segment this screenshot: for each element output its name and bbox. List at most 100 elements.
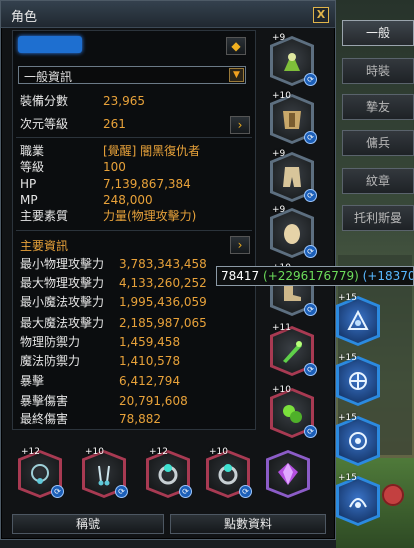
equip-slot-weapon[interactable]: +9 ⟳: [270, 33, 317, 86]
flower-decoration: [382, 484, 404, 506]
enhance-level: +9: [272, 149, 286, 159]
chevron-down-icon[interactable]: ▼: [229, 68, 244, 82]
stat-value: 78,882: [119, 412, 161, 426]
swap-icon[interactable]: ⟳: [304, 73, 317, 86]
stat-row: 職業 [覺醒] 闇黑復仇者: [20, 143, 200, 159]
stat-value: 1,995,436,059: [119, 295, 207, 309]
swap-icon[interactable]: ⟳: [304, 425, 317, 438]
stat-value: 1,410,578: [119, 354, 181, 368]
stat-label: 主要素質: [20, 209, 69, 223]
stat-value: [覺醒] 闇黑復仇者: [103, 144, 201, 158]
stat-row: 裝備分數 23,965: [20, 93, 145, 109]
section-title-main-info: 主要資訊: [20, 239, 69, 253]
triangle-emblem-icon: [339, 299, 377, 343]
stat-row: 魔法防禦力 1,410,578: [20, 353, 180, 369]
tab-general[interactable]: 一般: [342, 20, 414, 46]
window-title: 角色: [11, 10, 38, 25]
swap-icon[interactable]: ⟳: [239, 485, 252, 498]
stat-label: 最終傷害: [20, 412, 69, 426]
swap-icon[interactable]: ⟳: [304, 189, 317, 202]
stat-row: 暴擊傷害 20,791,608: [20, 393, 188, 409]
enhance-level: +10: [272, 385, 291, 395]
swap-icon[interactable]: ⟳: [304, 131, 317, 144]
stat-row: 等級 100: [20, 159, 126, 175]
close-button[interactable]: X: [313, 7, 329, 23]
stat-label: 最小魔法攻擊力: [20, 295, 105, 309]
stat-label: 最小物理攻擊力: [20, 257, 105, 271]
accessory-slot-ring-1[interactable]: +12 ⟳: [146, 447, 192, 498]
title-button[interactable]: 稱號: [12, 514, 164, 534]
enhance-level: +12: [149, 447, 168, 457]
stat-label: 最大物理攻擊力: [20, 276, 105, 290]
tab-mercenary[interactable]: 傭兵: [342, 130, 414, 156]
equip-slot-top[interactable]: +10 ⟳: [270, 91, 317, 144]
stat-label: MP: [20, 193, 38, 207]
accessory-slot-gem[interactable]: [266, 450, 310, 498]
enhance-level: +10: [272, 91, 291, 101]
window-titlebar[interactable]: 角色 X: [1, 1, 335, 28]
tooltip-bonus-green: (+2296176779): [263, 269, 359, 283]
enhance-level: +9: [272, 205, 286, 215]
stat-value: 4,133,260,252: [119, 276, 207, 290]
stat-value: 100: [103, 160, 126, 174]
accessory-slot-necklace[interactable]: +12 ⟳: [18, 447, 64, 498]
stat-row: 最終傷害 78,882: [20, 411, 161, 427]
tooltip-base-value: 78417: [221, 269, 260, 283]
target-emblem-icon: [339, 419, 377, 463]
stat-row: 最小物理攻擊力 3,783,343,458: [20, 256, 207, 272]
talisman-slot-2[interactable]: +15: [336, 353, 380, 406]
enhance-level: +12: [21, 447, 40, 457]
enhance-level: +9: [272, 33, 286, 43]
equip-slot-bottom[interactable]: +9 ⟳: [270, 149, 317, 202]
divider: [16, 230, 252, 231]
stat-value: 力量(物理攻擊力): [103, 209, 197, 223]
swap-icon[interactable]: ⟳: [304, 303, 317, 316]
dimension-level-arrow-button[interactable]: ›: [230, 116, 250, 134]
tab-emblem[interactable]: 紋章: [342, 168, 414, 194]
tab-friend[interactable]: 摯友: [342, 94, 414, 120]
swap-icon[interactable]: ⟳: [179, 485, 192, 498]
dropdown-label: 一般資訊: [24, 70, 73, 84]
swap-icon[interactable]: ⟳: [51, 485, 64, 498]
crest-emblem-icon: [339, 479, 377, 523]
stat-row: 暴擊 6,412,794: [20, 373, 180, 389]
swap-icon[interactable]: ⟳: [304, 363, 317, 376]
equip-slot-secondary[interactable]: +11 ⟳: [270, 323, 317, 376]
equip-slot-accessory[interactable]: +10 ⟳: [270, 385, 317, 438]
stat-row: MP 248,000: [20, 192, 153, 208]
tab-talisman[interactable]: 托利斯曼: [342, 205, 414, 231]
talisman-slot-3[interactable]: +15: [336, 413, 380, 466]
stat-row: 物理防禦力 1,459,458: [20, 334, 180, 350]
stat-label: HP: [20, 177, 37, 191]
divider: [16, 137, 252, 138]
stat-label: 最大魔法攻擊力: [20, 316, 105, 330]
enhance-level: +11: [272, 323, 291, 333]
equip-slot-gloves[interactable]: +9 ⟳: [270, 205, 317, 258]
stat-value: 20,791,608: [119, 394, 188, 408]
tab-fashion[interactable]: 時裝: [342, 58, 414, 84]
stat-row: 最大物理攻擊力 4,133,260,252: [20, 275, 207, 291]
info-type-dropdown[interactable]: 一般資訊 ▼: [18, 66, 246, 84]
accessory-slot-ring-2[interactable]: +10 ⟳: [206, 447, 252, 498]
stat-tooltip: 78417 (+2296176779) (+183700: [216, 266, 414, 286]
talisman-slot-1[interactable]: +15: [336, 293, 380, 346]
point-details-button[interactable]: 點數資料: [170, 514, 326, 534]
stat-label: 等級: [20, 160, 45, 174]
stat-value: 23,965: [103, 94, 145, 108]
stat-label: 職業: [20, 144, 45, 158]
accessory-slot-earring[interactable]: +10 ⟳: [82, 447, 128, 498]
stat-label: 裝備分數: [20, 94, 69, 108]
stat-value: 2,185,987,065: [119, 316, 207, 330]
enhance-level: +15: [338, 473, 357, 483]
main-info-arrow-button[interactable]: ›: [230, 236, 250, 254]
swap-icon[interactable]: ⟳: [115, 485, 128, 498]
diamond-toggle-button[interactable]: ◆: [226, 37, 246, 55]
character-name-redacted: [18, 36, 82, 53]
stat-value: 6,412,794: [119, 374, 181, 388]
stat-value: 7,139,867,384: [103, 177, 191, 191]
stat-label: 暴擊: [20, 374, 45, 388]
swap-icon[interactable]: ⟳: [304, 245, 317, 258]
talisman-slot-4[interactable]: +15: [336, 473, 380, 526]
stat-label: 物理防禦力: [20, 335, 81, 349]
enhance-level: +15: [338, 353, 357, 363]
